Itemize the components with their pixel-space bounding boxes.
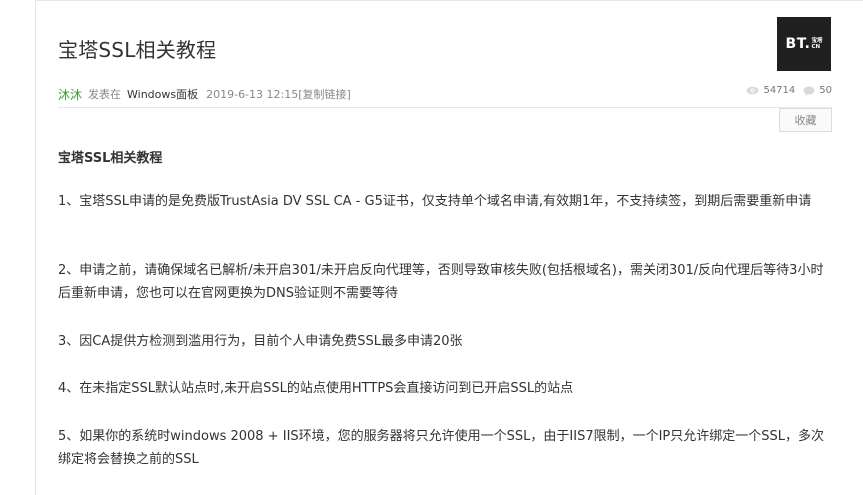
post-stats: 54714 50	[738, 85, 832, 96]
logo-main-text: BT.	[785, 36, 811, 52]
paragraph-2: 2、申请之前，请确保域名已解析/未开启301/未开启反向代理等，否则导致审核失败…	[58, 263, 824, 301]
bt-logo: BT. 宝塔 CN	[777, 17, 831, 71]
paragraph-3: 3、因CA提供方检测到滥用行为，目前个人申请免费SSL最多申请20张	[58, 334, 463, 349]
post-title: 宝塔SSL相关教程	[58, 38, 217, 62]
views-stat: 54714	[746, 85, 795, 96]
replies-count: 50	[819, 85, 832, 96]
post-date: 2019-6-13 12:15	[206, 87, 299, 101]
author-link[interactable]: 沐沐	[58, 86, 82, 103]
eye-icon	[746, 86, 759, 95]
replies-stat: 50	[803, 85, 832, 96]
forum-link[interactable]: Windows面板	[127, 86, 198, 102]
views-count: 54714	[763, 85, 796, 96]
logo-sub: 宝塔 CN	[811, 38, 822, 50]
post-container	[35, 0, 863, 495]
comment-icon	[803, 86, 815, 96]
favorite-button[interactable]: 收藏	[779, 108, 832, 132]
content-heading: 宝塔SSL相关教程	[58, 151, 163, 166]
post-meta: 沐沐 发表在 Windows面板 2019-6-13 12:15 [复制链接] …	[58, 85, 832, 103]
paragraph-1: 1、宝塔SSL申请的是免费版TrustAsia DV SSL CA - G5证书…	[58, 194, 812, 209]
paragraph-4: 4、在未指定SSL默认站点时,未开启SSL的站点使用HTTPS会直接访问到已开启…	[58, 381, 574, 396]
meta-divider	[58, 107, 832, 108]
logo-sub-bottom: CN	[811, 44, 821, 50]
posted-in-label: 发表在	[88, 88, 122, 101]
copy-link-button[interactable]: [复制链接]	[298, 86, 351, 102]
paragraph-5: 5、如果你的系统时windows 2008 + IIS环境，您的服务器将只允许使…	[58, 429, 825, 467]
